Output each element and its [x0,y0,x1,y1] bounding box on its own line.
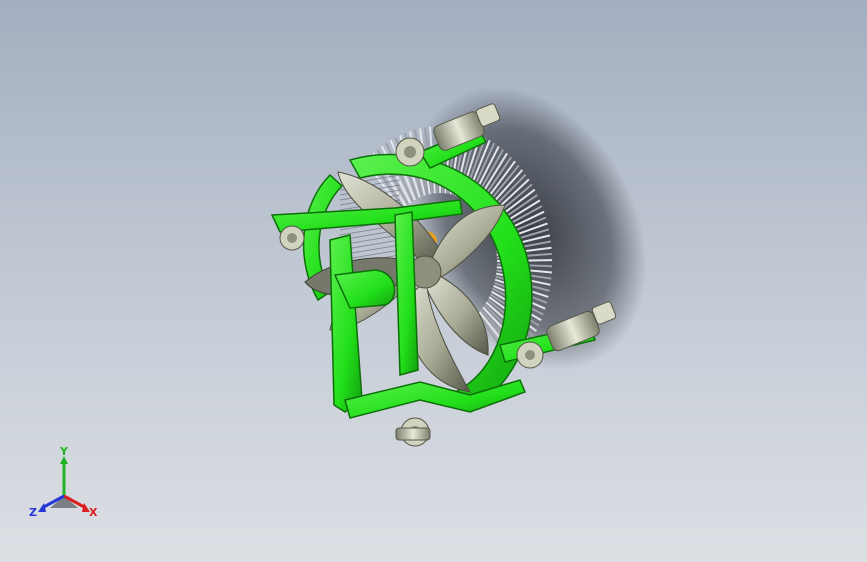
triad-x-label: X [89,506,98,519]
cpu-cooler-model[interactable] [0,0,867,562]
push-pin-bottom[interactable] [395,417,431,447]
push-pin-left[interactable] [279,225,305,251]
triad-z-arrow [38,503,46,512]
triad-y-label: Y [59,446,69,458]
coordinate-triad: Y X Z [29,446,98,519]
triad-z-label: Z [29,506,37,519]
graphics-viewport[interactable]: Y X Z [0,0,867,562]
